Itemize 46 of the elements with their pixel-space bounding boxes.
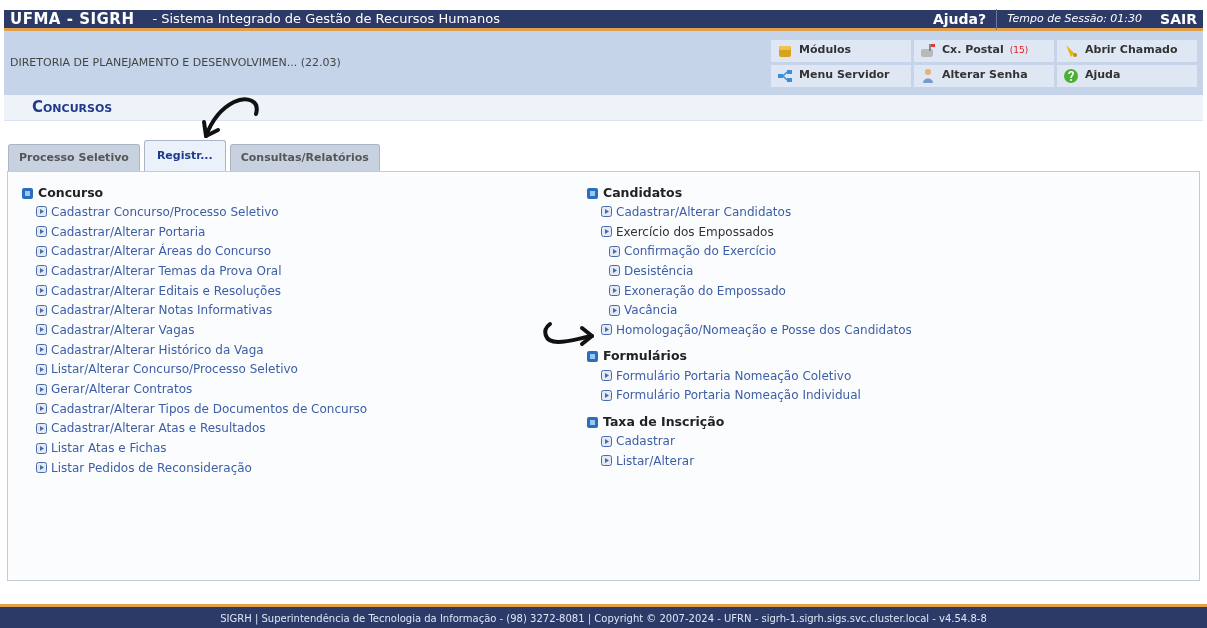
- section-title: Formulários: [603, 347, 687, 366]
- logout-link[interactable]: SAIR: [1160, 8, 1197, 30]
- section-title: Concurso: [38, 183, 104, 202]
- shortcut-button[interactable]: Módulos: [771, 39, 911, 62]
- menu-link[interactable]: Exoneração do Empossado: [595, 280, 1152, 301]
- section-title: Candidatos: [603, 183, 683, 202]
- menu-link[interactable]: Cadastrar/Alterar Áreas do Concurso: [22, 241, 587, 262]
- menu-link[interactable]: Vacância: [595, 300, 1152, 321]
- menu-link[interactable]: Formulário Portaria Nomeação Coletivo: [587, 365, 1152, 386]
- module-title: Concursos: [32, 97, 113, 119]
- menu-link[interactable]: Homologação/Nomeação e Posse dos Candidatos: [587, 320, 1152, 340]
- menu-link[interactable]: Formulário Portaria Nomeação Individual: [587, 385, 1152, 406]
- menu-link[interactable]: Listar/Alterar Concurso/Processo Seletivo: [22, 359, 587, 380]
- shortcut-button[interactable]: Cx. Postal (15): [914, 39, 1054, 62]
- shortcut-button[interactable]: Ajuda: [1057, 64, 1197, 87]
- menu-link[interactable]: Listar/Alterar: [587, 450, 1152, 471]
- menu-link[interactable]: Cadastrar/Alterar Tipos de Documentos de Concurso: [22, 398, 587, 419]
- help-link[interactable]: Ajuda?: [933, 8, 998, 30]
- menu-link[interactable]: Confirmação do Exercício: [595, 241, 1152, 262]
- menu-link[interactable]: Cadastrar/Alterar Notas Informativas: [22, 300, 587, 321]
- app-title: UFMA - SIGRH: [10, 8, 135, 30]
- menu-link[interactable]: Desistência: [595, 261, 1152, 281]
- menu-link[interactable]: Cadastrar: [587, 431, 1152, 451]
- tab[interactable]: Processo Seletivo: [8, 143, 140, 171]
- menu-link[interactable]: Cadastrar/Alterar Vagas: [22, 320, 587, 340]
- menu-link[interactable]: Cadastrar Concurso/Processo Seletivo: [22, 202, 587, 222]
- menu-link[interactable]: Cadastrar/Alterar Editais e Resoluções: [22, 280, 587, 301]
- unit-label: DIRETORIA DE PLANEJAMENTO E DESENVOLVIMEN... (22.03): [10, 54, 342, 71]
- menu-link[interactable]: Exercício dos Empossados: [587, 221, 1152, 242]
- shortcut-button[interactable]: Abrir Chamado: [1057, 39, 1197, 62]
- tab[interactable]: Registr...: [143, 139, 226, 171]
- menu-link[interactable]: Cadastrar/Alterar Histórico da Vaga: [22, 339, 587, 360]
- footer: SIGRH | Superintendência de Tecnologia da Informação - (98) 3272-8081 | Copyright © 2007-2024 - UFRN - sigrh-1.sigrh.sigs.svc.cluster.local - v4.54.8-8: [0, 604, 1207, 628]
- menu-link[interactable]: Cadastrar/Alterar Portaria: [22, 221, 587, 242]
- shortcut-button[interactable]: Alterar Senha: [914, 64, 1054, 87]
- tab[interactable]: Consultas/Relatórios: [229, 143, 380, 171]
- menu-link[interactable]: Cadastrar/Alterar Temas da Prova Oral: [22, 261, 587, 281]
- section-title: Taxa de Inscrição: [603, 412, 725, 431]
- shortcut-button[interactable]: Menu Servidor: [771, 64, 911, 87]
- menu-link[interactable]: Cadastrar/Alterar Candidatos: [587, 202, 1152, 222]
- menu-link[interactable]: Gerar/Alterar Contratos: [22, 379, 587, 399]
- app-subtitle: - Sistema Integrado de Gestão de Recursos Humanos: [152, 10, 500, 29]
- menu-link[interactable]: Cadastrar/Alterar Atas e Resultados: [22, 418, 587, 439]
- menu-link[interactable]: Listar Atas e Fichas: [22, 438, 587, 458]
- menu-link[interactable]: Listar Pedidos de Reconsideração: [22, 457, 587, 478]
- session-timer: Tempo de Sessão: 01:30: [1007, 10, 1143, 27]
